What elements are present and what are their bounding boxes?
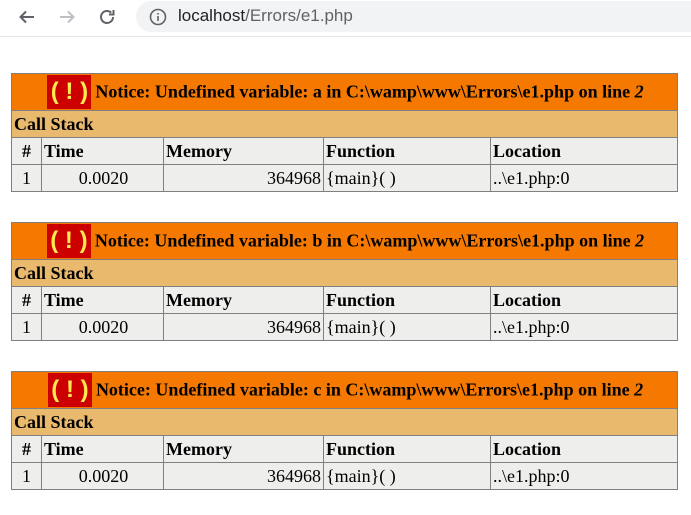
notice-header: ( ! ) Notice: Undefined variable: a in C:… — [10, 73, 679, 111]
error-table: ( ! ) Notice: Undefined variable: b in C:… — [10, 222, 679, 341]
cell-location: ..\e1.php:0 — [489, 164, 679, 192]
error-table: ( ! ) Notice: Undefined variable: a in C:… — [10, 73, 679, 192]
cell-time: 0.0020 — [41, 462, 164, 490]
col-header-memory: Memory — [163, 137, 324, 165]
call-stack-label: Call Stack — [10, 408, 679, 436]
col-header-function: Function — [323, 137, 491, 165]
address-bar[interactable]: localhost/Errors/e1.php — [136, 1, 691, 32]
warning-icon: ( ! ) — [47, 373, 92, 407]
col-header-location: Location — [489, 286, 679, 314]
table-row: 1 0.0020 364968 {main}( ) ..\e1.php:0 — [11, 164, 679, 192]
table-row: 1 0.0020 364968 {main}( ) ..\e1.php:0 — [11, 462, 679, 490]
notice-line: 2 — [635, 230, 645, 251]
forward-button[interactable] — [54, 4, 80, 30]
error-table: ( ! ) Notice: Undefined variable: c in C:… — [10, 371, 679, 490]
cell-number: 1 — [11, 462, 42, 490]
col-header-time: Time — [41, 435, 164, 463]
warning-icon: ( ! ) — [46, 224, 91, 258]
cell-location: ..\e1.php:0 — [489, 462, 679, 490]
cell-function: {main}( ) — [323, 462, 491, 490]
notice-header: ( ! ) Notice: Undefined variable: c in C:… — [10, 371, 679, 409]
col-header-function: Function — [323, 435, 491, 463]
call-stack-label: Call Stack — [10, 110, 679, 138]
info-icon[interactable] — [149, 8, 167, 26]
call-stack-label: Call Stack — [10, 259, 679, 287]
browser-toolbar: localhost/Errors/e1.php — [0, 0, 691, 37]
notice-message: Notice: Undefined variable: a in C:\wamp… — [95, 81, 635, 102]
arrow-right-icon — [60, 10, 75, 24]
reload-button[interactable] — [94, 4, 120, 30]
reload-icon — [100, 10, 115, 24]
col-header-location: Location — [489, 137, 679, 165]
col-header-function: Function — [323, 286, 491, 314]
col-header-location: Location — [489, 435, 679, 463]
url-host: localhost — [178, 6, 246, 25]
url-path: /Errors/e1.php — [245, 6, 353, 25]
notice-message: Notice: Undefined variable: c in C:\wamp… — [95, 379, 635, 400]
cell-time: 0.0020 — [41, 164, 164, 192]
notice-line: 2 — [634, 81, 644, 102]
cell-number: 1 — [11, 164, 42, 192]
cell-memory: 364968 — [163, 164, 324, 192]
cell-memory: 364968 — [163, 462, 324, 490]
cell-time: 0.0020 — [41, 313, 164, 341]
cell-function: {main}( ) — [323, 164, 491, 192]
notice-header: ( ! ) Notice: Undefined variable: b in C:… — [10, 222, 679, 260]
warning-icon: ( ! ) — [47, 75, 92, 109]
col-header-number: # — [11, 137, 42, 165]
col-header-time: Time — [41, 137, 164, 165]
cell-number: 1 — [11, 313, 42, 341]
table-row: 1 0.0020 364968 {main}( ) ..\e1.php:0 — [11, 313, 679, 341]
col-header-memory: Memory — [163, 286, 324, 314]
col-header-time: Time — [41, 286, 164, 314]
notice-message: Notice: Undefined variable: b in C:\wamp… — [94, 230, 636, 251]
cell-location: ..\e1.php:0 — [489, 313, 679, 341]
arrow-left-icon — [19, 10, 34, 24]
cell-function: {main}( ) — [323, 313, 491, 341]
col-header-number: # — [11, 286, 42, 314]
col-header-memory: Memory — [163, 435, 324, 463]
cell-memory: 364968 — [163, 313, 324, 341]
notice-line: 2 — [634, 379, 644, 400]
col-header-number: # — [11, 435, 42, 463]
url-text[interactable]: localhost/Errors/e1.php — [178, 6, 353, 26]
back-button[interactable] — [14, 4, 40, 30]
